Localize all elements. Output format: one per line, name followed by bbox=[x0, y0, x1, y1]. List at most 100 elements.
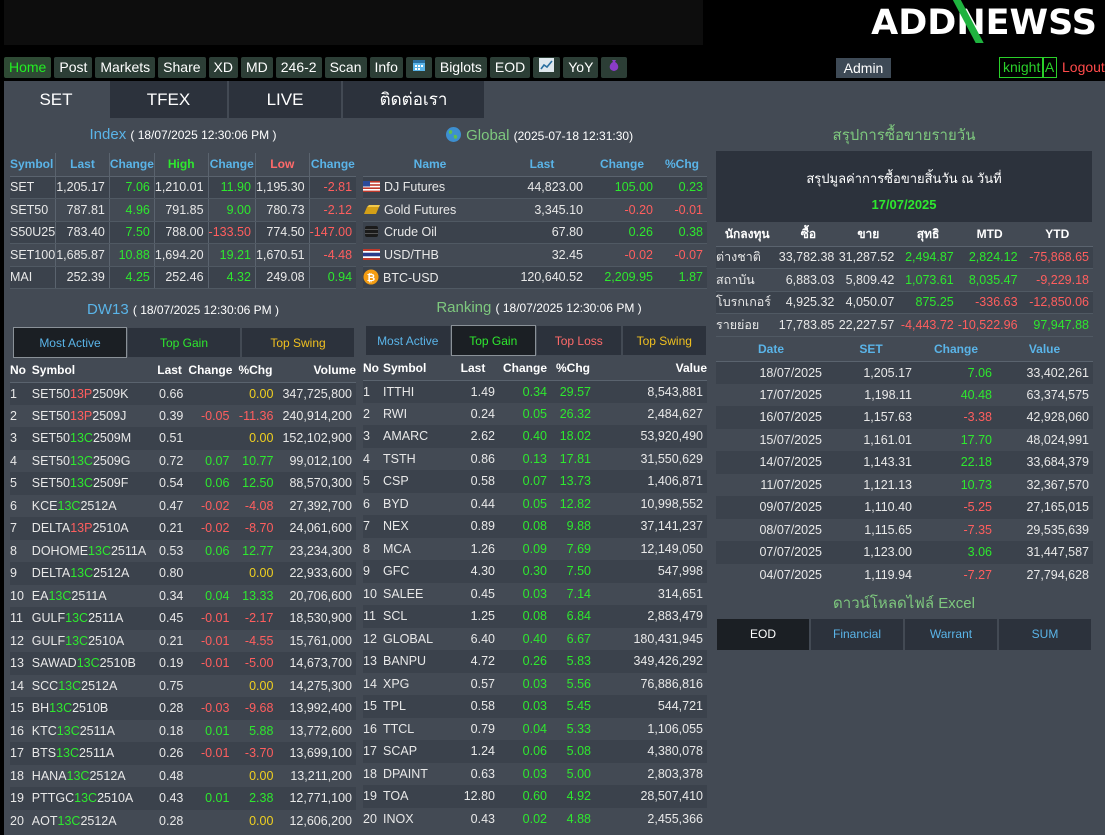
ranking-row[interactable]: 15 TPL 0.58 0.03 5.45 544,721 bbox=[363, 695, 707, 718]
tab-set[interactable]: SET bbox=[4, 81, 110, 118]
dw-row[interactable]: 16 KTC13C2511A 0.18 0.01 5.88 13,772,600 bbox=[10, 719, 356, 742]
index-row[interactable]: SET 1,205.17 7.06 1,210.01 11.90 1,195.30 -2.8… bbox=[10, 176, 357, 199]
ranking-row[interactable]: 7 NEX 0.89 0.08 9.88 37,141,237 bbox=[363, 515, 707, 538]
addnewss-logo[interactable]: ADD N EWSS bbox=[871, 2, 1097, 44]
dw-tab-top-swing[interactable]: Top Swing bbox=[241, 327, 355, 358]
admin-button[interactable]: Admin bbox=[836, 58, 891, 78]
dw-symbol[interactable]: SCC13C2512A bbox=[27, 674, 152, 697]
dw-row[interactable]: 2 SET5013P2509J 0.39 -0.05 -11.36 240,914,200 bbox=[10, 404, 356, 427]
ranking-row[interactable]: 8 MCA 1.26 0.09 7.69 12,149,050 bbox=[363, 537, 707, 560]
download-warrant[interactable]: Warrant bbox=[905, 619, 999, 650]
ranking-row[interactable]: 9 GFC 4.30 0.30 7.50 547,998 bbox=[363, 560, 707, 583]
dw-row[interactable]: 5 SET5013C2509F 0.54 0.06 12.50 88,570,300 bbox=[10, 472, 356, 495]
nav-post[interactable]: Post bbox=[54, 57, 93, 78]
global-row[interactable]: Crude Oil 67.80 0.26 0.38 bbox=[363, 221, 707, 244]
nav-md[interactable]: MD bbox=[240, 57, 273, 78]
index-row[interactable]: S50U25 783.40 7.50 788.00 -133.50 774.50 -147.… bbox=[10, 221, 357, 244]
ranking-row[interactable]: 5 CSP 0.58 0.07 13.73 1,406,871 bbox=[363, 470, 707, 493]
index-row[interactable]: SET50 787.81 4.96 791.85 9.00 780.73 -2.12 bbox=[10, 198, 357, 222]
dw-row[interactable]: 18 HANA13C2512A 0.48 0.00 13,211,200 bbox=[10, 764, 356, 787]
nav-xd[interactable]: XD bbox=[208, 57, 238, 78]
ranking-row[interactable]: 17 SCAP 1.24 0.06 5.08 4,380,078 bbox=[363, 740, 707, 763]
dw-symbol[interactable]: SET5013C2509G bbox=[27, 449, 152, 472]
dw-row[interactable]: 12 GULF13C2510A 0.21 -0.01 -4.55 15,761,000 bbox=[10, 629, 356, 652]
ranking-row[interactable]: 13 BANPU 4.72 0.26 5.83 349,426,292 bbox=[363, 650, 707, 673]
dw-symbol[interactable]: SAWAD13C2510B bbox=[27, 652, 152, 675]
nav-markets[interactable]: Markets bbox=[95, 57, 156, 78]
dw-symbol[interactable]: PTTGC13C2510A bbox=[27, 787, 152, 810]
ranking-row[interactable]: 2 RWI 0.24 0.05 26.32 2,484,627 bbox=[363, 402, 707, 425]
dw-row[interactable]: 19 PTTGC13C2510A 0.43 0.01 2.38 12,771,100 bbox=[10, 787, 356, 810]
dw-symbol[interactable]: BTS13C2511A bbox=[27, 742, 152, 765]
ranking-row[interactable]: 16 TTCL 0.79 0.04 5.33 1,106,055 bbox=[363, 717, 707, 740]
dw-symbol[interactable]: SET5013P2509J bbox=[27, 404, 152, 427]
ranking-row[interactable]: 20 INOX 0.43 0.02 4.88 2,455,366 bbox=[363, 807, 707, 830]
line-chart-icon[interactable] bbox=[533, 57, 561, 78]
dw-row[interactable]: 4 SET5013C2509G 0.72 0.07 10.77 99,012,100 bbox=[10, 449, 356, 472]
logout-link[interactable]: Logout bbox=[1062, 59, 1105, 75]
dw-row[interactable]: 10 EA13C2511A 0.34 0.04 13.33 20,706,600 bbox=[10, 584, 356, 607]
ranking-row[interactable]: 1 ITTHI 1.49 0.34 29.57 8,543,881 bbox=[363, 380, 707, 403]
dw-row[interactable]: 8 DOHOME13C2511A 0.53 0.06 12.77 23,234,300 bbox=[10, 539, 356, 562]
dw-row[interactable]: 6 KCE13C2512A 0.47 -0.02 -4.08 27,392,700 bbox=[10, 494, 356, 517]
nav-scan[interactable]: Scan bbox=[324, 57, 367, 78]
dw-row[interactable]: 11 GULF13C2511A 0.45 -0.01 -2.17 18,530,900 bbox=[10, 607, 356, 630]
index-row[interactable]: MAI 252.39 4.25 252.46 4.32 249.08 0.94 bbox=[10, 266, 357, 289]
dw-row[interactable]: 15 BH13C2510B 0.28 -0.03 -9.68 13,992,400 bbox=[10, 697, 356, 720]
download-eod[interactable]: EOD bbox=[717, 619, 811, 650]
ranking-row[interactable]: 12 GLOBAL 6.40 0.40 6.67 180,431,945 bbox=[363, 627, 707, 650]
dw-row[interactable]: 17 BTS13C2511A 0.26 -0.01 -3.70 13,699,100 bbox=[10, 742, 356, 765]
dw-symbol[interactable]: GULF13C2510A bbox=[27, 629, 152, 652]
tab-tfex[interactable]: TFEX bbox=[110, 81, 229, 118]
ranking-row[interactable]: 10 SALEE 0.45 0.03 7.14 314,651 bbox=[363, 582, 707, 605]
dw-row[interactable]: 9 DELTA13C2512A 0.80 0.00 22,933,600 bbox=[10, 562, 356, 585]
dw-row[interactable]: 7 DELTA13P2510A 0.21 -0.02 -8.70 24,061,600 bbox=[10, 517, 356, 540]
nav-share[interactable]: Share bbox=[158, 57, 206, 78]
global-row[interactable]: DJ Futures 44,823.00 105.00 0.23 bbox=[363, 176, 707, 199]
ranking-row[interactable]: 6 BYD 0.44 0.05 12.82 10,998,552 bbox=[363, 492, 707, 515]
dw-symbol[interactable]: BH13C2510B bbox=[27, 697, 152, 720]
ranking-row[interactable]: 3 AMARC 2.62 0.40 18.02 53,920,490 bbox=[363, 425, 707, 448]
dw-symbol[interactable]: HANA13C2512A bbox=[27, 764, 152, 787]
user-badge-button[interactable]: A bbox=[1042, 57, 1057, 78]
tab-contact[interactable]: ติดต่อเรา bbox=[343, 81, 486, 118]
dw-row[interactable]: 14 SCC13C2512A 0.75 0.00 14,275,300 bbox=[10, 674, 356, 697]
dw-symbol[interactable]: AOT13C2512A bbox=[27, 809, 152, 832]
ranking-row[interactable]: 4 TSTH 0.86 0.13 17.81 31,550,629 bbox=[363, 447, 707, 470]
ranking-tab-top-loss[interactable]: Top Loss bbox=[536, 325, 622, 356]
global-row[interactable]: Gold Futures 3,345.10 -0.20 -0.01 bbox=[363, 198, 707, 222]
money-bag-icon[interactable] bbox=[601, 57, 628, 78]
dw-tab-top-gain[interactable]: Top Gain bbox=[127, 327, 241, 358]
global-row[interactable]: USD/THB 32.45 -0.02 -0.07 bbox=[363, 243, 707, 267]
nav-biglots[interactable]: Biglots bbox=[434, 57, 487, 78]
ranking-tab-most-active[interactable]: Most Active bbox=[365, 325, 451, 356]
dw-symbol[interactable]: SET5013C2509F bbox=[27, 472, 152, 495]
calendar-icon[interactable] bbox=[405, 57, 432, 78]
dw-symbol[interactable]: DELTA13C2512A bbox=[27, 562, 152, 585]
dw-row[interactable]: 20 AOT13C2512A 0.28 0.00 12,606,200 bbox=[10, 809, 356, 832]
dw-symbol[interactable]: DELTA13P2510A bbox=[27, 517, 152, 540]
nav-home[interactable]: Home bbox=[4, 57, 52, 78]
index-row[interactable]: SET100 1,685.87 10.88 1,694.20 19.21 1,670.51… bbox=[10, 243, 357, 267]
dw-row[interactable]: 3 SET5013C2509M 0.51 0.00 152,102,900 bbox=[10, 427, 356, 450]
dw-symbol[interactable]: GULF13C2511A bbox=[27, 607, 152, 630]
dw-symbol[interactable]: EA13C2511A bbox=[27, 584, 152, 607]
download-financial[interactable]: Financial bbox=[811, 619, 905, 650]
dw-symbol[interactable]: KTC13C2511A bbox=[27, 719, 152, 742]
dw-row[interactable]: 1 SET5013P2509K 0.66 0.00 347,725,800 bbox=[10, 382, 356, 405]
download-sum[interactable]: SUM bbox=[999, 619, 1093, 650]
dw-symbol[interactable]: DOHOME13C2511A bbox=[27, 539, 152, 562]
dw-symbol[interactable]: SET5013P2509K bbox=[27, 382, 152, 405]
user-name-button[interactable]: knight bbox=[999, 57, 1045, 78]
dw-row[interactable]: 13 SAWAD13C2510B 0.19 -0.01 -5.00 14,673,700 bbox=[10, 652, 356, 675]
nav-246-2[interactable]: 246-2 bbox=[275, 57, 322, 78]
nav-info[interactable]: Info bbox=[369, 57, 403, 78]
dw-symbol[interactable]: KCE13C2512A bbox=[27, 494, 152, 517]
tab-live[interactable]: LIVE bbox=[229, 81, 343, 118]
ranking-tab-top-swing[interactable]: Top Swing bbox=[621, 325, 707, 356]
ranking-row[interactable]: 14 XPG 0.57 0.03 5.56 76,886,816 bbox=[363, 672, 707, 695]
dw-symbol[interactable]: SET5013C2509M bbox=[27, 427, 152, 450]
global-row[interactable]: ₿ BTC-USD 120,640.52 2,209.95 1.87 bbox=[363, 266, 707, 289]
ranking-tab-top-gain[interactable]: Top Gain bbox=[450, 325, 536, 356]
dw-tab-most-active[interactable]: Most Active bbox=[13, 327, 127, 358]
